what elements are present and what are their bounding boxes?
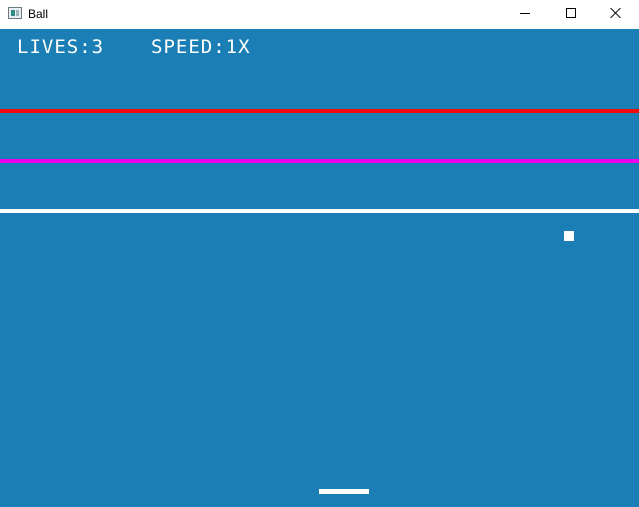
hud: LIVES:3 SPEED:1X [17,36,251,58]
minimize-icon [520,13,530,14]
red-barrier-line [0,109,639,113]
magenta-barrier-line [0,159,639,163]
speed-label: SPEED: [151,36,226,58]
maximize-button[interactable] [548,0,594,29]
lives-value: 3 [91,36,105,58]
close-button[interactable] [593,0,639,29]
minimize-button[interactable] [502,0,548,29]
close-icon [610,7,622,19]
speed-value: 1X [225,36,251,58]
game-window: Ball LIVES:3 SPEED:1X [0,0,639,507]
game-playfield[interactable]: LIVES:3 SPEED:1X [0,29,639,507]
window-title: Ball [28,7,49,21]
paddle[interactable] [319,489,369,494]
maximize-icon [566,8,576,18]
ball [564,231,574,241]
lives-label: LIVES: [17,36,92,58]
white-barrier-line [0,209,639,213]
app-window-icon [8,7,22,19]
title-bar[interactable]: Ball [0,0,639,29]
